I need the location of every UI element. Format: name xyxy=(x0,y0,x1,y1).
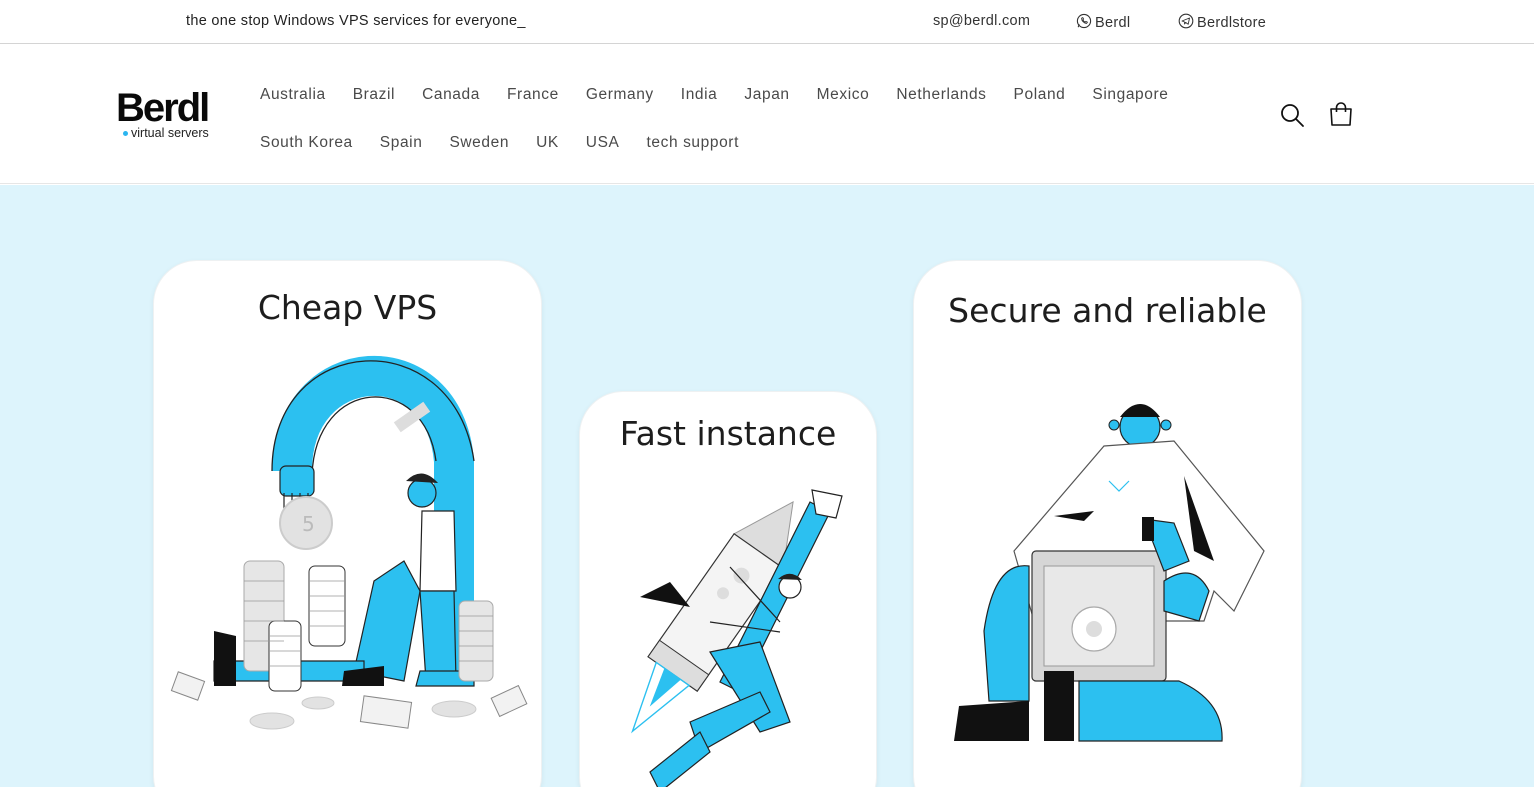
card-fast-instance[interactable]: Fast instance xyxy=(579,391,877,787)
telegram-label: Berdlstore xyxy=(1197,15,1267,31)
fast-instance-illustration xyxy=(631,489,843,787)
nav-item-india[interactable]: India xyxy=(681,86,718,104)
cheap-vps-illustration: 5 xyxy=(170,356,528,730)
announcement-bar: the one stop Windows VPS services for ev… xyxy=(0,0,1534,44)
nav-item-canada[interactable]: Canada xyxy=(422,86,480,104)
secure-reliable-illustration xyxy=(954,404,1265,742)
telegram-link[interactable]: Berdlstore xyxy=(1178,13,1266,33)
nav-item-netherlands[interactable]: Netherlands xyxy=(896,86,986,104)
nav-item-australia[interactable]: Australia xyxy=(260,86,326,104)
nav-item-germany[interactable]: Germany xyxy=(586,86,654,104)
logo-dot xyxy=(123,130,128,136)
logo-subtitle: virtual servers xyxy=(123,126,226,140)
nav-item-tech-support[interactable]: tech support xyxy=(646,134,739,152)
cart-icon[interactable] xyxy=(1327,100,1355,128)
email-text: sp@berdl.com xyxy=(933,13,1031,29)
logo[interactable]: Berdl virtual servers xyxy=(116,88,226,144)
nav-row-2: South Korea Spain Sweden UK USA tech sup… xyxy=(260,119,1180,167)
nav-item-france[interactable]: France xyxy=(507,86,559,104)
whatsapp-link[interactable]: Berdl xyxy=(1076,13,1130,33)
card-cheap-vps[interactable]: Cheap VPS 5 xyxy=(153,260,542,787)
hero-section: Cheap VPS 5 Fast instance Secure and rel… xyxy=(0,185,1534,787)
nav-item-japan[interactable]: Japan xyxy=(744,86,789,104)
search-icon[interactable] xyxy=(1278,101,1306,129)
logo-subtitle-text: virtual servers xyxy=(131,126,209,140)
logo-wordmark: Berdl xyxy=(116,86,210,130)
nav-item-uk[interactable]: UK xyxy=(536,134,559,152)
card-secure-reliable[interactable]: Secure and reliable xyxy=(913,260,1302,787)
svg-text:5: 5 xyxy=(302,512,315,536)
nav-item-brazil[interactable]: Brazil xyxy=(353,86,395,104)
whatsapp-icon xyxy=(1076,13,1092,33)
main-nav: Australia Brazil Canada France Germany I… xyxy=(260,71,1180,167)
nav-item-usa[interactable]: USA xyxy=(586,134,620,152)
site-header: Berdl virtual servers Australia Brazil C… xyxy=(0,44,1534,184)
email-link[interactable]: sp@berdl.com xyxy=(933,13,1030,29)
nav-item-poland[interactable]: Poland xyxy=(1014,86,1066,104)
nav-item-sweden[interactable]: Sweden xyxy=(449,134,509,152)
nav-item-singapore[interactable]: Singapore xyxy=(1092,86,1168,104)
nav-item-spain[interactable]: Spain xyxy=(380,134,423,152)
telegram-icon xyxy=(1178,13,1194,33)
nav-item-mexico[interactable]: Mexico xyxy=(817,86,870,104)
nav-item-south-korea[interactable]: South Korea xyxy=(260,134,353,152)
nav-row-1: Australia Brazil Canada France Germany I… xyxy=(260,71,1180,119)
tagline: the one stop Windows VPS services for ev… xyxy=(186,13,526,29)
whatsapp-label: Berdl xyxy=(1095,15,1131,31)
